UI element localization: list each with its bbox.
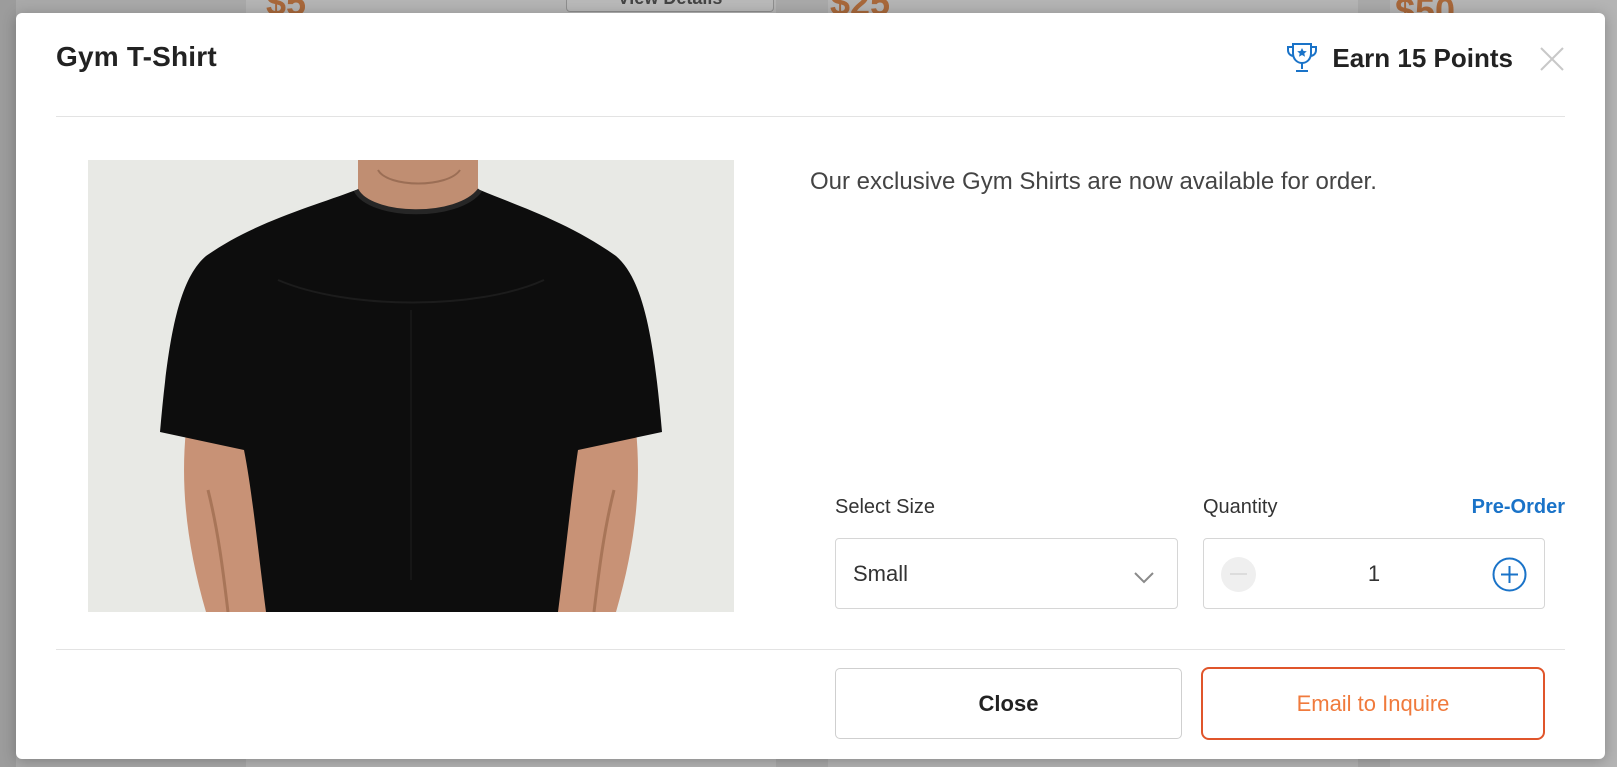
quantity-decrement-button[interactable] — [1221, 557, 1256, 592]
quantity-increment-button[interactable] — [1492, 557, 1527, 592]
modal-title: Gym T-Shirt — [56, 41, 217, 72]
points-reward: Earn 15 Points — [1284, 40, 1513, 76]
chevron-down-icon — [1133, 565, 1155, 584]
plus-icon — [1492, 557, 1527, 592]
close-icon[interactable] — [1539, 46, 1565, 72]
quantity-stepper: 1 — [1203, 538, 1545, 609]
quantity-label: Quantity — [1203, 496, 1278, 518]
product-modal: Gym T-Shirt Earn 15 Points Our exclusive… — [16, 13, 1605, 759]
background-details-button: View Details — [566, 0, 774, 12]
email-to-inquire-button[interactable]: Email to Inquire — [1201, 667, 1545, 740]
product-description: Our exclusive Gym Shirts are now availab… — [810, 168, 1377, 195]
size-select-value: Small — [853, 560, 909, 586]
pre-order-link[interactable]: Pre-Order — [1472, 496, 1565, 519]
trophy-icon — [1284, 40, 1320, 76]
background-left-strip — [0, 0, 16, 767]
size-label: Select Size — [835, 496, 936, 518]
quantity-value[interactable]: 1 — [1264, 539, 1484, 608]
modal-body: Our exclusive Gym Shirts are now availab… — [16, 118, 1605, 648]
size-select[interactable]: Small — [835, 538, 1178, 609]
product-image — [88, 160, 734, 612]
modal-header: Gym T-Shirt Earn 15 Points — [56, 13, 1565, 117]
close-button[interactable]: Close — [835, 668, 1182, 739]
points-label: Earn 15 Points — [1332, 42, 1513, 73]
modal-footer: Close Email to Inquire — [56, 649, 1565, 759]
